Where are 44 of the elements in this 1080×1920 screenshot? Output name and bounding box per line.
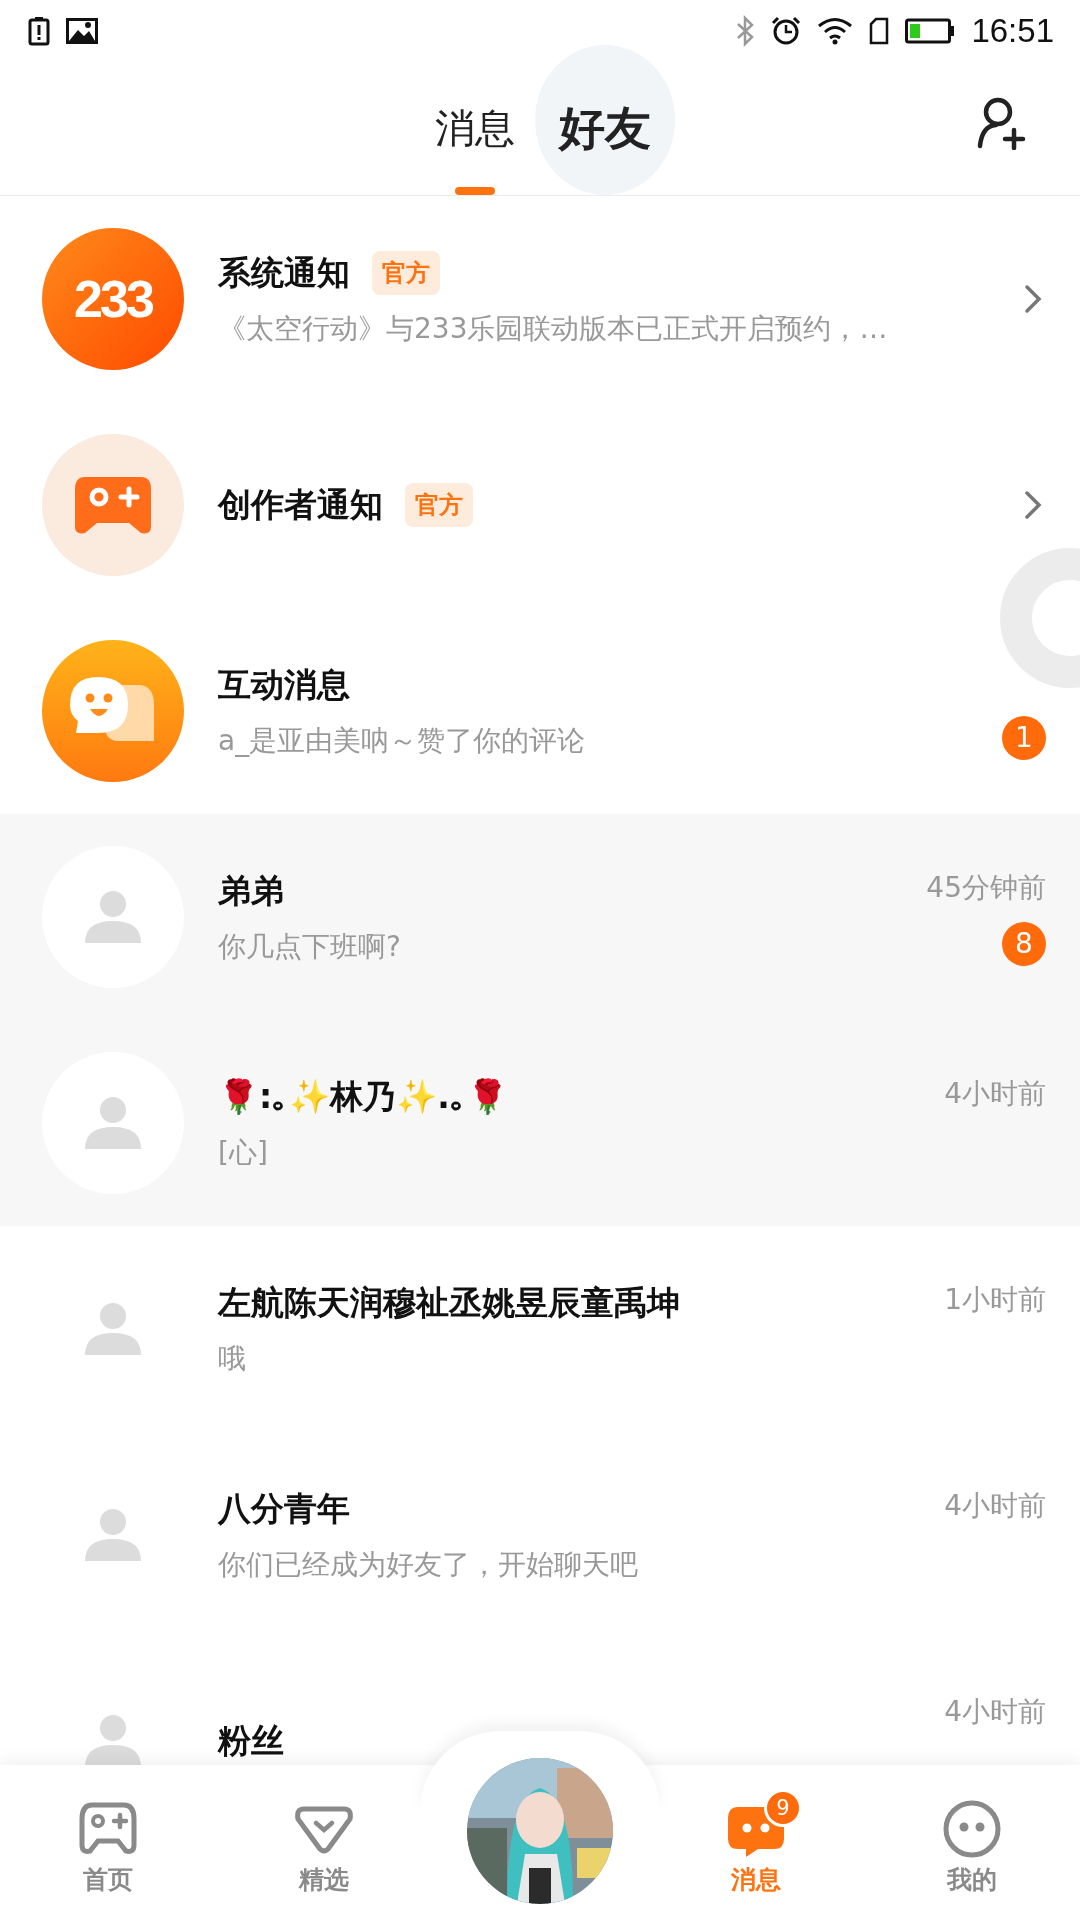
tab[interactable]: 消息 <box>425 62 525 195</box>
message-preview: [心] <box>218 1134 269 1171</box>
unread-badge: 1 <box>1002 716 1046 760</box>
tab-indicator <box>455 187 495 195</box>
highlighted-row[interactable]: 弟弟 你几点下班啊? 45分钟前 8 <box>0 814 1080 1020</box>
contact-name: 弟弟 <box>218 869 284 912</box>
contact-name: 系统通知 <box>218 251 350 294</box>
message-preview: 哦 <box>218 1340 247 1377</box>
timestamp: 4小时前 <box>944 1488 1046 1524</box>
message-preview: a_是亚由美呐～赞了你的评论 <box>218 722 587 759</box>
message-preview: 《太空行动》与233乐园联动版本已正式开启预约，… <box>218 310 889 347</box>
official-tag: 官方 <box>405 483 473 527</box>
alarm-icon <box>771 16 802 46</box>
nav-label: 首页 <box>83 1864 133 1896</box>
logo-text: 233 <box>74 269 152 329</box>
timestamp: 1小时前 <box>944 1282 1046 1318</box>
add-friend-button[interactable] <box>976 96 1026 150</box>
message-preview: 你几点下班啊? <box>218 928 402 965</box>
timestamp: 4小时前 <box>944 1076 1046 1112</box>
official-tag: 官方 <box>372 251 440 295</box>
image-icon <box>66 18 98 44</box>
contact-name: 创作者通知 <box>218 483 383 526</box>
nav-label: 我的 <box>947 1864 997 1896</box>
contact-name: 八分青年 <box>218 1487 350 1530</box>
status-time: 16:51 <box>971 12 1054 50</box>
unread-badge: 8 <box>1002 922 1046 966</box>
nav-label: 精选 <box>299 1864 349 1896</box>
message-preview: 你们已经成为好友了，开始聊天吧 <box>218 1546 639 1583</box>
highlighted-row[interactable]: 🌹:｡✨林乃✨.｡🌹 [心] 4小时前 <box>0 1020 1080 1226</box>
timestamp: 4小时前 <box>944 1694 1046 1730</box>
nav-label: 消息 <box>731 1864 781 1896</box>
contact-name: 互动消息 <box>218 663 350 706</box>
unread-badge: 9 <box>764 1789 802 1827</box>
contact-name: 粉丝 <box>218 1719 284 1762</box>
battery-alert-icon <box>28 16 50 46</box>
tab[interactable]: 好友 <box>535 45 675 195</box>
timestamp: 45分钟前 <box>926 870 1046 906</box>
bluetooth-icon <box>735 15 756 47</box>
contact-name: 🌹:｡✨林乃✨.｡🌹 <box>218 1075 508 1118</box>
sim-card-icon <box>869 17 890 45</box>
wifi-icon <box>817 17 854 45</box>
battery-icon <box>905 18 956 44</box>
face-icon <box>942 1799 1002 1859</box>
contact-name: 左航陈天润穆祉丞姚昱辰童禹坤 <box>218 1281 680 1324</box>
